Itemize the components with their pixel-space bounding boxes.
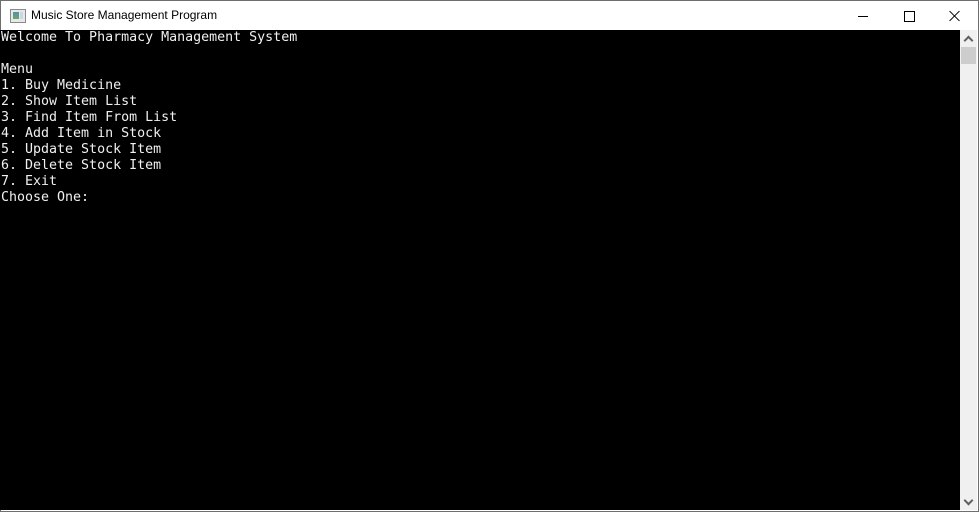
- vertical-scrollbar[interactable]: [960, 30, 977, 510]
- menu-heading: Menu: [1, 62, 34, 77]
- scrollbar-thumb[interactable]: [961, 47, 976, 64]
- menu-option-buy-medicine: 1. Buy Medicine: [1, 78, 122, 93]
- chevron-down-icon: [963, 495, 974, 505]
- welcome-line: Welcome To Pharmacy Management System: [1, 30, 298, 45]
- chevron-up-icon: [963, 35, 974, 45]
- title-bar[interactable]: Music Store Management Program: [1, 1, 978, 31]
- menu-option-exit: 7. Exit: [1, 174, 58, 189]
- scroll-down-button[interactable]: [960, 493, 977, 510]
- window-title: Music Store Management Program: [31, 8, 218, 22]
- console-output[interactable]: Welcome To Pharmacy Management System Me…: [0, 30, 960, 510]
- menu-option-update-item: 5. Update Stock Item: [1, 142, 162, 157]
- close-icon: [949, 10, 961, 22]
- minimize-icon: [858, 15, 868, 17]
- menu-option-delete-item: 6. Delete Stock Item: [1, 158, 162, 173]
- menu-option-find-item: 3. Find Item From List: [1, 110, 178, 125]
- console-app-icon[interactable]: [10, 9, 26, 23]
- maximize-button[interactable]: [886, 1, 932, 31]
- menu-option-add-item: 4. Add Item in Stock: [1, 126, 162, 141]
- close-button[interactable]: [932, 1, 978, 31]
- scroll-up-button[interactable]: [960, 30, 977, 47]
- menu-option-show-item-list: 2. Show Item List: [1, 94, 138, 109]
- minimize-button[interactable]: [840, 1, 886, 31]
- input-prompt[interactable]: Choose One:: [0, 190, 960, 206]
- maximize-icon: [903, 10, 915, 22]
